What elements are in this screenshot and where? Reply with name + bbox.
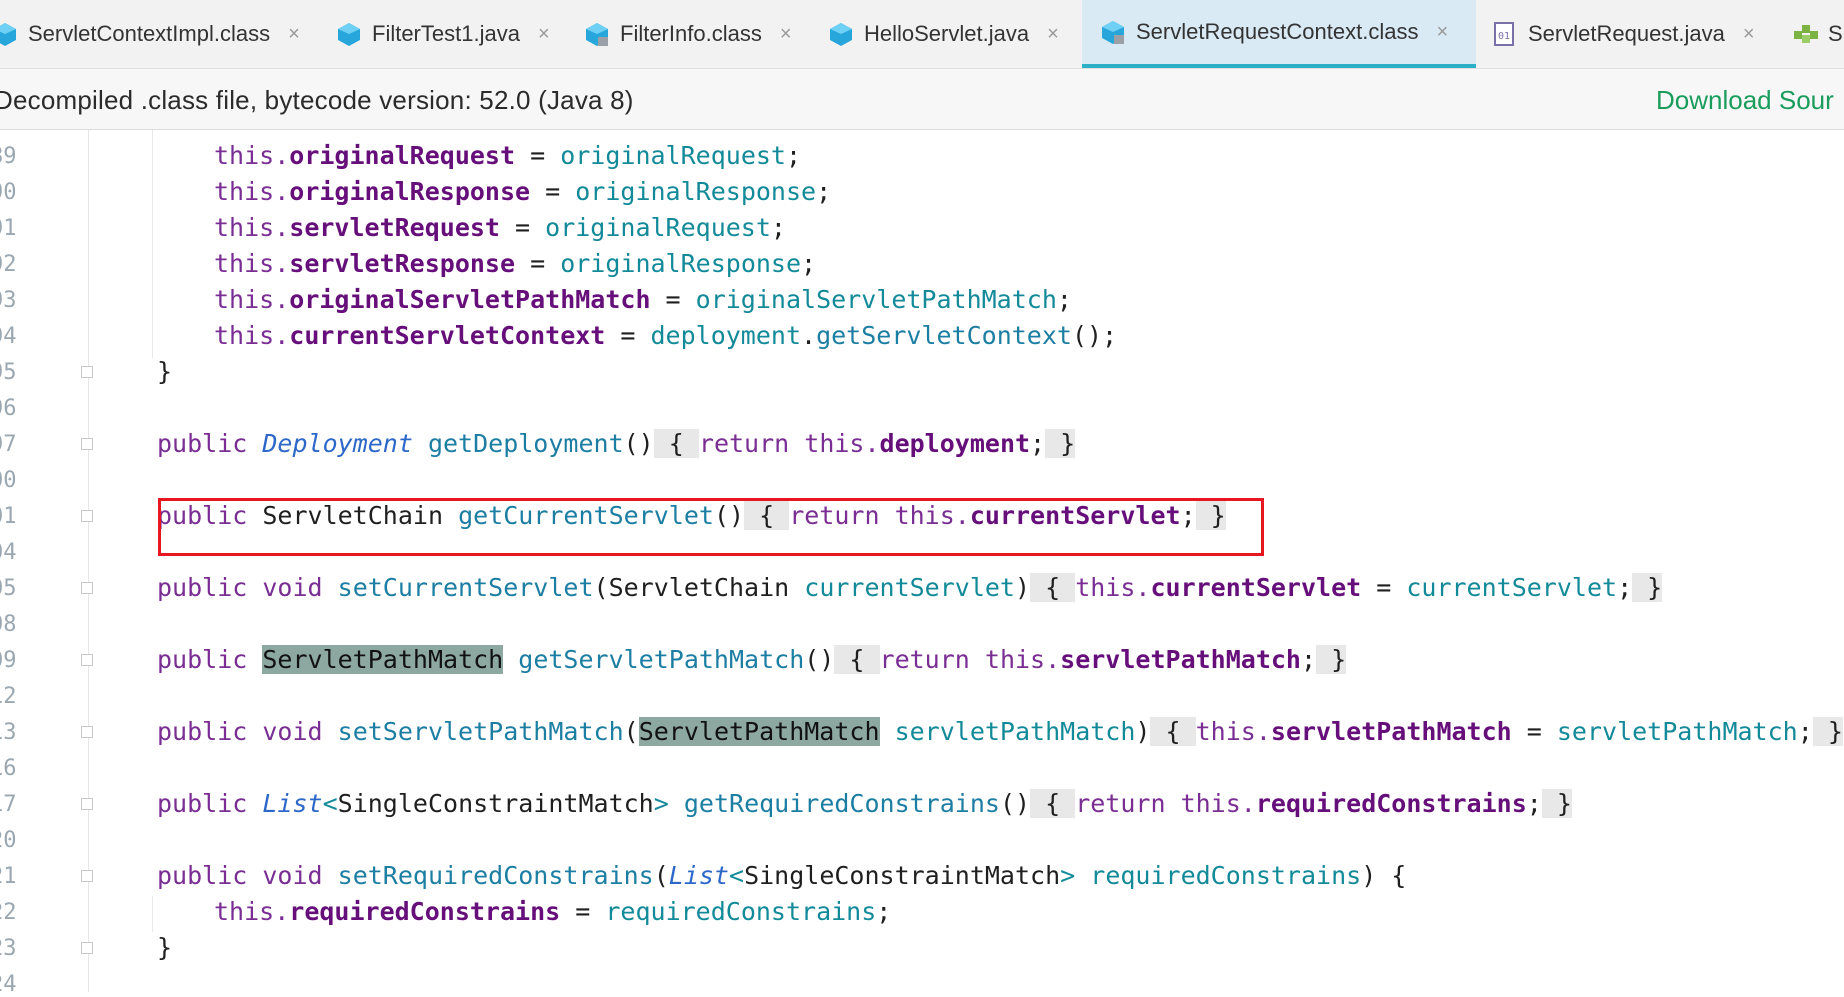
close-icon[interactable]: × [538,23,550,46]
line-number: 17 [0,792,17,817]
structure-icon [1792,21,1818,47]
fold-marker-icon[interactable] [81,870,93,882]
line-number: 93 [0,288,17,313]
line-number: 92 [0,252,17,277]
code-line: public void setRequiredConstrains(List<S… [157,861,1407,890]
close-icon[interactable]: × [1047,23,1059,46]
line-number: 20 [0,828,17,853]
line-number: 08 [0,612,17,637]
decompiled-info-bar: Decompiled .class file, bytecode version… [0,69,1844,130]
fold-marker-icon[interactable] [81,798,93,810]
line-number: 97 [0,432,17,457]
line-number: 21 [0,864,17,889]
code-line: } [157,933,173,962]
interface-file-icon: 01 [1492,21,1518,47]
code-line: this.originalResponse = originalResponse… [214,177,832,206]
tab-structure[interactable]: S [1792,0,1844,68]
fold-marker-icon[interactable] [81,510,93,522]
line-number: 09 [0,648,17,673]
highlight-annotation-box [158,498,1264,556]
line-number: 12 [0,684,17,709]
line-number: 13 [0,720,17,745]
close-icon[interactable]: × [1436,21,1448,44]
line-number: 16 [0,756,17,781]
tab-label: ServletRequestContext.class [1136,19,1419,44]
tab-label: ServletContextImpl.class [28,21,271,46]
code-line: this.originalRequest = originalRequest; [214,141,802,170]
tab-label: FilterTest1.java [372,21,520,46]
tab-servletrequest[interactable]: 01 ServletRequest.java × [1492,0,1772,68]
line-number: 01 [0,504,17,529]
code-line: this.requiredConstrains = requiredConstr… [214,897,892,926]
code-line: public void setServletPathMatch(ServletP… [157,717,1843,746]
line-number: 04 [0,540,17,565]
line-number: 95 [0,360,17,385]
close-icon[interactable]: × [288,23,300,46]
code-line: public void setCurrentServlet(ServletCha… [157,573,1663,602]
line-number: 90 [0,180,17,205]
code-line: this.currentServletContext = deployment.… [214,321,1118,350]
code-line: this.servletRequest = originalRequest; [214,213,786,242]
fold-marker-icon[interactable] [81,366,93,378]
code-line: } [157,357,173,386]
editor-tab-bar: ServletContextImpl.class × FilterTest1.j… [0,0,1844,69]
code-line: this.originalServletPathMatch = original… [214,285,1072,314]
code-line: public ServletPathMatch getServletPathMa… [157,645,1347,674]
line-number: 94 [0,324,17,349]
class-file-icon [0,21,18,47]
fold-marker-icon[interactable] [81,726,93,738]
line-number: 23 [0,936,17,961]
close-icon[interactable]: × [780,23,792,46]
line-number: 91 [0,216,17,241]
tab-helloservlet[interactable]: HelloServlet.java × [828,0,1078,68]
tab-label: HelloServlet.java [864,21,1030,46]
line-number: 22 [0,900,17,925]
fold-marker-icon[interactable] [81,438,93,450]
gutter-divider [88,130,89,992]
tab-label: S [1828,21,1843,46]
line-number: 89 [0,144,17,169]
line-number: 24 [0,972,17,997]
close-icon[interactable]: × [1743,23,1755,46]
tab-servletcontextimpl[interactable]: ServletContextImpl.class × [0,0,312,68]
decompiled-message: Decompiled .class file, bytecode version… [0,85,634,115]
svg-text:01: 01 [1498,31,1510,42]
code-line: public Deployment getDeployment() { retu… [157,429,1076,458]
download-sources-link[interactable]: Download Sour [1656,85,1834,116]
line-number: 05 [0,576,17,601]
tab-filtertest1[interactable]: FilterTest1.java × [336,0,566,68]
java-file-icon [336,21,362,47]
tab-label: ServletRequest.java [1528,21,1725,46]
fold-marker-icon[interactable] [81,582,93,594]
code-line: public List<SingleConstraintMatch> getRe… [157,789,1572,818]
class-file-icon [1100,19,1126,45]
indent-guide [152,130,153,358]
line-number: 96 [0,396,17,421]
code-line: this.servletResponse = originalResponse; [214,249,817,278]
line-number: 00 [0,468,17,493]
tab-filterinfo[interactable]: FilterInfo.class × [584,0,804,68]
fold-marker-icon[interactable] [81,942,93,954]
tab-servletrequestcontext[interactable]: ServletRequestContext.class × [1082,0,1476,68]
fold-marker-icon[interactable] [81,654,93,666]
indent-guide [152,896,153,932]
java-file-icon [828,21,854,47]
tab-label: FilterInfo.class [620,21,762,46]
class-file-icon [584,21,610,47]
